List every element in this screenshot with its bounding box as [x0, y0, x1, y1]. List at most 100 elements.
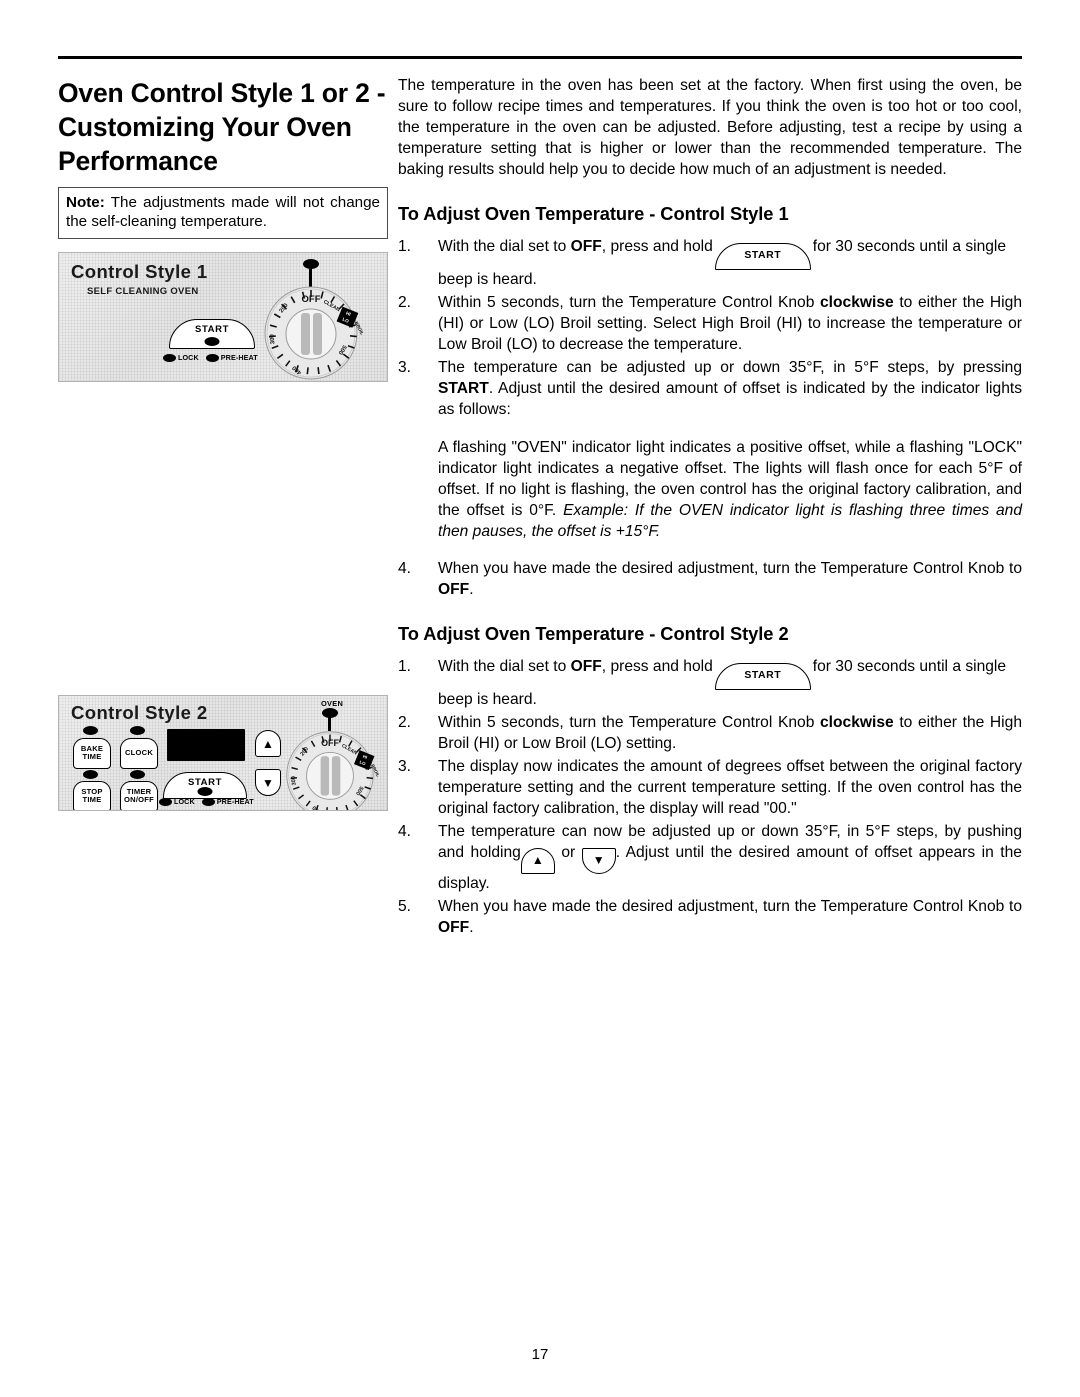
note-label: Note:	[66, 193, 105, 211]
step-number: 3.	[398, 758, 412, 776]
header-rule	[58, 56, 1022, 59]
step-text-a: Within 5 seconds, turn the Temperature C…	[438, 293, 820, 311]
list-item: 2. Within 5 seconds, turn the Temperature…	[398, 293, 1022, 356]
panel2-title: Control Style 2	[71, 702, 208, 723]
step-bold-a: START	[438, 379, 489, 397]
panel1-start-label: START	[195, 324, 229, 336]
list-item: 4. When you have made the desired adjustm…	[398, 559, 1022, 601]
page-number: 17	[531, 1346, 549, 1363]
panel2-lock-label: LOCK	[174, 797, 195, 806]
lock-led-icon	[163, 353, 176, 362]
bake-time-line2: TIME	[82, 751, 102, 761]
svg-text:300: 300	[269, 333, 276, 344]
list-item: 1. With the dial set to OFF, press and ho…	[398, 657, 1022, 711]
step-number: 4.	[398, 560, 412, 578]
panel2-indicator-row: LOCK PRE-HEAT	[159, 797, 254, 806]
left-column: Oven Control Style 1 or 2 - Customizing …	[58, 76, 388, 383]
inline-start-button[interactable]: START	[714, 242, 811, 270]
preheat-led-icon	[201, 797, 215, 806]
step-text-a: With the dial set to	[438, 658, 571, 676]
step-bold-a: clockwise	[820, 293, 894, 311]
step-number: 2.	[398, 714, 412, 732]
panel1-lock-indicator: LOCK	[163, 353, 199, 362]
step-text-a: The display now indicates the amount of …	[438, 758, 1022, 818]
right-column: The temperature in the oven has been set…	[398, 76, 1022, 941]
panel2-clock-led-icon	[130, 726, 145, 735]
left-column-lower: Control Style 2 BAKE TIME CLOCK STOP TIM…	[58, 695, 388, 811]
stop-time-line2: TIME	[82, 794, 102, 804]
inline-down-arrow-button[interactable]: ▼	[581, 848, 616, 875]
panel2-start-led	[197, 787, 213, 796]
document-page: Oven Control Style 1 or 2 - Customizing …	[0, 0, 1080, 1397]
panel1-title: Control Style 1	[71, 261, 208, 283]
section-1-heading: To Adjust Oven Temperature - Control Sty…	[398, 202, 789, 224]
panel1-oven-led-icon	[303, 259, 319, 270]
panel1-temperature-control-knob[interactable]: OFF CLEAN HI LO BROIL 200 300 400 500	[257, 283, 365, 381]
section-1-steps-continued: 4. When you have made the desired adjustm…	[398, 559, 1022, 601]
panel2-timer-onoff-button[interactable]: TIMER ON/OFF	[120, 781, 158, 810]
list-item: 1. With the dial set to OFF, press and ho…	[398, 237, 1022, 291]
page-title: Oven Control Style 1 or 2 - Customizing …	[58, 78, 386, 177]
arrow-up-icon: ▲	[262, 736, 274, 751]
or-label: or	[561, 844, 576, 862]
step-text-b: , press and hold	[601, 237, 713, 255]
step-number: 5.	[398, 898, 412, 916]
step-bold-a: OFF	[438, 581, 470, 599]
panel2-display	[167, 729, 245, 761]
section-1-steps: 1. With the dial set to OFF, press and ho…	[398, 237, 1022, 421]
panel2-bake-time-led-icon	[83, 726, 98, 735]
step-bold-a: OFF	[570, 237, 602, 255]
step-text-a: With the dial set to	[438, 237, 571, 255]
step-number: 1.	[398, 658, 412, 676]
panel2-preheat-label: PRE-HEAT	[216, 797, 254, 806]
panel2-stop-time-led-icon	[83, 770, 98, 779]
panel2-preheat-indicator: PRE-HEAT	[201, 797, 254, 806]
step-number: 3.	[398, 358, 412, 376]
inline-start-label: START	[744, 669, 782, 682]
step-bold-a: clockwise	[820, 714, 894, 732]
list-item: 3. The temperature can be adjusted up or …	[398, 358, 1022, 421]
list-item: 4. The temperature can now be adjusted up…	[398, 822, 1022, 895]
step-text-a: When you have made the desired adjustmen…	[438, 560, 1022, 578]
section-2-steps: 1. With the dial set to OFF, press and ho…	[398, 657, 1022, 939]
step-number: 4.	[398, 823, 412, 841]
panel1-preheat-label: PRE-HEAT	[220, 353, 258, 363]
timer-line2: ON/OFF	[124, 794, 154, 804]
step-number: 2.	[398, 293, 412, 311]
inline-up-arrow-button[interactable]: ▲	[520, 848, 555, 875]
panel2-clock-button[interactable]: CLOCK	[120, 738, 158, 769]
panel2-bake-time-button[interactable]: BAKE TIME	[73, 738, 111, 769]
lock-led-icon	[159, 797, 172, 806]
svg-text:300: 300	[291, 776, 298, 786]
section-2-heading: To Adjust Oven Temperature - Control Sty…	[398, 623, 789, 645]
inline-start-button[interactable]: START	[714, 663, 811, 691]
panel1-start-button[interactable]: START	[169, 319, 255, 350]
control-style-2-illustration: Control Style 2 BAKE TIME CLOCK STOP TIM…	[58, 695, 388, 811]
note-box: Note: The adjustments made will not chan…	[58, 186, 388, 240]
panel1-indicator-row: LOCK PRE-HEAT	[163, 353, 258, 362]
list-item: 2. Within 5 seconds, turn the Temperature…	[398, 713, 1022, 755]
panel2-temperature-control-knob[interactable]: OFF CLEAN HI LO BROIL 200 300 400 500	[278, 728, 382, 810]
step-text-b: .	[469, 581, 474, 599]
step-bold-a: OFF	[570, 658, 602, 676]
panel2-stop-time-button[interactable]: STOP TIME	[73, 781, 111, 810]
arrow-up-icon: ▲	[531, 853, 544, 868]
step-text-b: . Adjust until the desired amount of off…	[438, 379, 1022, 418]
svg-text:OFF: OFF	[321, 738, 339, 748]
panel2-oven-label: OVEN	[321, 699, 344, 708]
panel2-timer-led-icon	[130, 770, 145, 779]
svg-text:OFF: OFF	[302, 294, 321, 305]
list-item: 3. The display now indicates the amount o…	[398, 757, 1022, 820]
step-bold-a: OFF	[438, 919, 470, 937]
list-item: 5. When you have made the desired adjustm…	[398, 897, 1022, 939]
panel2-start-button[interactable]: START	[163, 772, 247, 799]
step-number: 1.	[398, 237, 412, 255]
panel1-subtitle: SELF CLEANING OVEN	[87, 286, 199, 298]
panel2-lock-indicator: LOCK	[159, 797, 195, 806]
control-style-1-illustration: Control Style 1 SELF CLEANING OVEN START…	[58, 252, 388, 383]
offset-explanation-paragraph: A flashing "OVEN" indicator light indica…	[398, 438, 1022, 543]
step-text-a: Within 5 seconds, turn the Temperature C…	[438, 714, 820, 732]
step-text-b: .	[469, 919, 474, 937]
panel1-preheat-indicator: PRE-HEAT	[205, 353, 258, 363]
preheat-led-icon	[205, 353, 219, 362]
